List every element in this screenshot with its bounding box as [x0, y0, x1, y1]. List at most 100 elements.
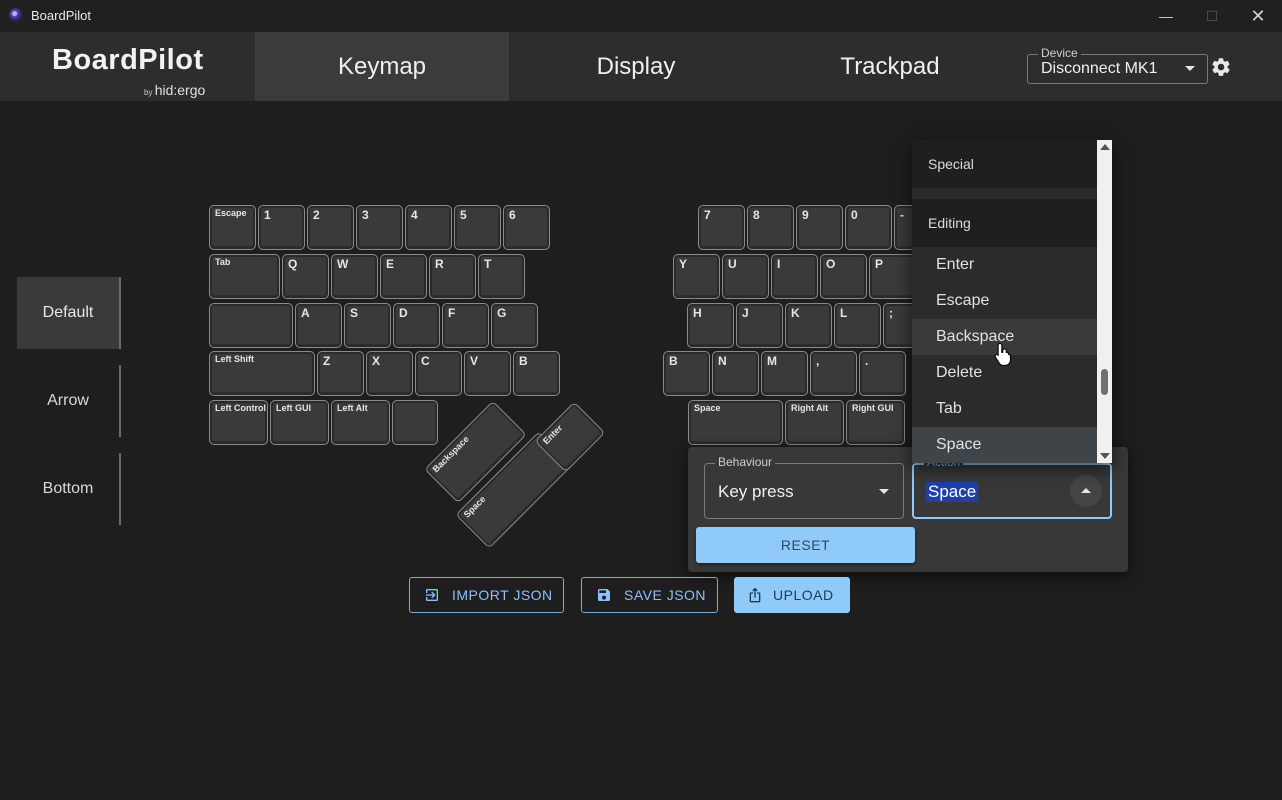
key[interactable]: X	[366, 351, 413, 396]
key[interactable]: 3	[356, 205, 403, 250]
key[interactable]: Right Alt	[785, 400, 844, 445]
key[interactable]: Left Control	[209, 400, 268, 445]
key[interactable]: W	[331, 254, 378, 299]
gear-icon[interactable]	[1210, 56, 1232, 78]
layer-bottom[interactable]: Bottom	[17, 453, 121, 525]
key-label: T	[484, 257, 492, 271]
key[interactable]: M	[761, 351, 808, 396]
action-input[interactable]: Space	[926, 482, 979, 502]
key[interactable]: K	[785, 303, 832, 348]
key[interactable]: L	[834, 303, 881, 348]
key-label: Space	[461, 493, 488, 520]
key-label: 1	[264, 208, 271, 222]
chevron-up-icon[interactable]	[1070, 475, 1102, 507]
key[interactable]: F	[442, 303, 489, 348]
key-label: B	[669, 354, 678, 368]
key-label: F	[448, 306, 456, 320]
key-label: 2	[313, 208, 320, 222]
brand-maker: hid:ergo	[154, 82, 206, 98]
key[interactable]: H	[687, 303, 734, 348]
menu-scrollbar[interactable]	[1097, 140, 1112, 463]
key[interactable]: 9	[796, 205, 843, 250]
key-label: O	[826, 257, 836, 271]
key[interactable]: V	[464, 351, 511, 396]
tab-keymap[interactable]: Keymap	[255, 32, 509, 101]
tab-trackpad[interactable]: Trackpad	[763, 32, 1017, 101]
key[interactable]: 6	[503, 205, 550, 250]
key-label: ,	[816, 354, 820, 368]
key[interactable]: Escape	[209, 205, 256, 250]
key[interactable]: Q	[282, 254, 329, 299]
tab-display[interactable]: Display	[509, 32, 763, 101]
key-label: G	[497, 306, 507, 320]
key[interactable]: J	[736, 303, 783, 348]
key[interactable]: Left Alt	[331, 400, 390, 445]
layer-arrow[interactable]: Arrow	[17, 365, 121, 437]
key[interactable]: E	[380, 254, 427, 299]
key[interactable]: Left Shift	[209, 351, 315, 396]
key[interactable]: U	[722, 254, 769, 299]
behaviour-select[interactable]: Behaviour Key press	[704, 455, 904, 519]
key[interactable]: Z	[317, 351, 364, 396]
key[interactable]: 1	[258, 205, 305, 250]
key[interactable]: C	[415, 351, 462, 396]
maximize-button[interactable]: ☐	[1189, 0, 1235, 32]
key-label: D	[399, 306, 408, 320]
key[interactable]: R	[429, 254, 476, 299]
device-label: Device	[1038, 46, 1081, 60]
key[interactable]: Y	[673, 254, 720, 299]
key-label: -	[900, 208, 904, 222]
key[interactable]: G	[491, 303, 538, 348]
key[interactable]: Space	[688, 400, 783, 445]
import-json-button[interactable]: IMPORT JSON	[409, 577, 564, 613]
key[interactable]: 8	[747, 205, 794, 250]
key[interactable]: .	[859, 351, 906, 396]
scroll-up-icon[interactable]	[1100, 144, 1110, 150]
key[interactable]: B	[663, 351, 710, 396]
key[interactable]: O	[820, 254, 867, 299]
key-label: E	[386, 257, 395, 271]
key[interactable]: 7	[698, 205, 745, 250]
menu-item[interactable]: Space	[912, 427, 1097, 463]
key[interactable]	[209, 303, 293, 348]
menu-item[interactable]: Escape	[912, 283, 1097, 319]
key[interactable]	[392, 400, 438, 445]
key[interactable]: 5	[454, 205, 501, 250]
action-select[interactable]: Action Space	[912, 455, 1112, 519]
key-label: N	[718, 354, 727, 368]
key[interactable]: D	[393, 303, 440, 348]
action-dropdown-menu: Special Editing Enter Escape Backspace D…	[912, 140, 1112, 463]
key[interactable]: P	[869, 254, 916, 299]
key[interactable]: 2	[307, 205, 354, 250]
save-json-button[interactable]: SAVE JSON	[581, 577, 718, 613]
chevron-down-icon	[1185, 66, 1195, 71]
key[interactable]: Tab	[209, 254, 280, 299]
device-select[interactable]: Device Disconnect MK1	[1027, 46, 1208, 84]
key[interactable]: I	[771, 254, 818, 299]
upload-button[interactable]: UPLOAD	[734, 577, 850, 613]
key[interactable]: Right GUI	[846, 400, 905, 445]
device-value: Disconnect MK1	[1041, 60, 1158, 77]
key-label: Left GUI	[276, 403, 311, 413]
menu-item[interactable]: Tab	[912, 391, 1097, 427]
key[interactable]: ,	[810, 351, 857, 396]
close-button[interactable]: ✕	[1235, 0, 1281, 32]
key-label: Enter	[541, 422, 565, 447]
key[interactable]: S	[344, 303, 391, 348]
key-label: R	[435, 257, 444, 271]
key[interactable]: Left GUI	[270, 400, 329, 445]
minimize-button[interactable]: —	[1143, 0, 1189, 32]
key-label: Z	[323, 354, 331, 368]
key[interactable]: 4	[405, 205, 452, 250]
key[interactable]: B	[513, 351, 560, 396]
import-json-label: IMPORT JSON	[452, 587, 553, 603]
key[interactable]: N	[712, 351, 759, 396]
reset-button[interactable]: RESET	[696, 527, 915, 563]
key[interactable]: A	[295, 303, 342, 348]
menu-item[interactable]: Enter	[912, 247, 1097, 283]
scroll-down-icon[interactable]	[1100, 453, 1110, 459]
layer-default[interactable]: Default	[17, 277, 121, 349]
scrollbar-thumb[interactable]	[1101, 369, 1108, 395]
key[interactable]: T	[478, 254, 525, 299]
key[interactable]: 0	[845, 205, 892, 250]
